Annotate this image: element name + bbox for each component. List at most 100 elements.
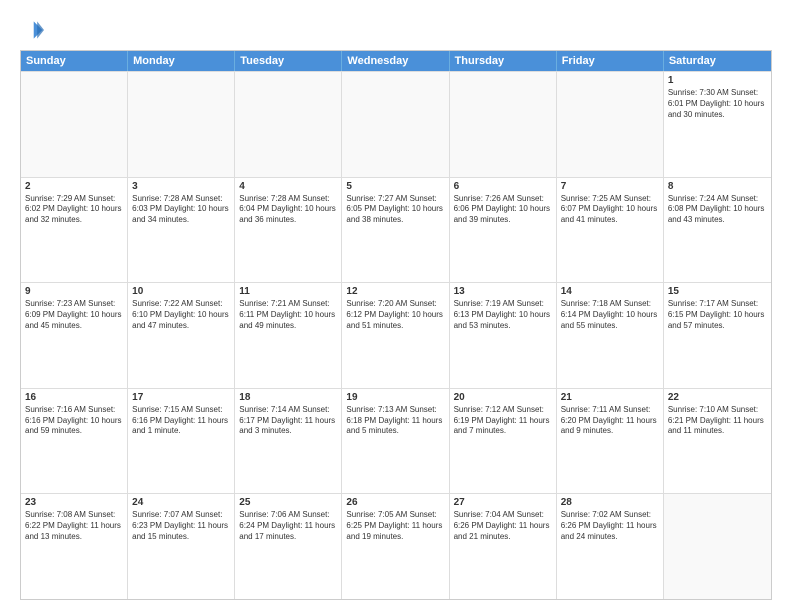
cell-text: Sunrise: 7:05 AM Sunset: 6:25 PM Dayligh… bbox=[346, 510, 444, 542]
cell-text: Sunrise: 7:02 AM Sunset: 6:26 PM Dayligh… bbox=[561, 510, 659, 542]
cal-cell-2-5: 6Sunrise: 7:26 AM Sunset: 6:06 PM Daylig… bbox=[450, 178, 557, 283]
cal-cell-4-2: 17Sunrise: 7:15 AM Sunset: 6:16 PM Dayli… bbox=[128, 389, 235, 494]
cal-cell-4-4: 19 Sunrise: 7:13 AM Sunset: 6:18 PM Dayli… bbox=[342, 389, 449, 494]
cal-cell-4-1: 16 Sunrise: 7:16 AM Sunset: 6:16 PM Dayli… bbox=[21, 389, 128, 494]
day-number: 13 bbox=[454, 286, 552, 297]
cal-header-thursday: Thursday bbox=[450, 51, 557, 71]
cal-cell-1-6 bbox=[557, 72, 664, 177]
day-number: 2 bbox=[25, 181, 123, 192]
cell-text: Sunrise: 7:13 AM Sunset: 6:18 PM Dayligh… bbox=[346, 405, 444, 437]
calendar-header: SundayMondayTuesdayWednesdayThursdayFrid… bbox=[21, 51, 771, 71]
cal-cell-5-7 bbox=[664, 494, 771, 599]
day-number: 28 bbox=[561, 497, 659, 508]
cal-week-4: 16 Sunrise: 7:16 AM Sunset: 6:16 PM Dayli… bbox=[21, 388, 771, 494]
cal-cell-5-5: 27 Sunrise: 7:04 AM Sunset: 6:26 PM Dayli… bbox=[450, 494, 557, 599]
cal-cell-3-7: 15 Sunrise: 7:17 AM Sunset: 6:15 PM Dayli… bbox=[664, 283, 771, 388]
calendar-body: 1 Sunrise: 7:30 AM Sunset: 6:01 PM Daylig… bbox=[21, 71, 771, 599]
day-number: 17 bbox=[132, 392, 230, 403]
cell-text: Sunrise: 7:06 AM Sunset: 6:24 PM Dayligh… bbox=[239, 510, 337, 542]
cal-cell-3-6: 14 Sunrise: 7:18 AM Sunset: 6:14 PM Dayli… bbox=[557, 283, 664, 388]
cal-cell-3-4: 12 Sunrise: 7:20 AM Sunset: 6:12 PM Dayli… bbox=[342, 283, 449, 388]
day-number: 1 bbox=[668, 75, 767, 86]
cell-text: Sunrise: 7:28 AM Sunset: 6:04 PM Dayligh… bbox=[239, 194, 337, 226]
cell-text: Sunrise: 7:19 AM Sunset: 6:13 PM Dayligh… bbox=[454, 299, 552, 331]
day-number: 24 bbox=[132, 497, 230, 508]
cal-header-saturday: Saturday bbox=[664, 51, 771, 71]
day-number: 22 bbox=[668, 392, 767, 403]
cell-text: Sunrise: 7:04 AM Sunset: 6:26 PM Dayligh… bbox=[454, 510, 552, 542]
cal-cell-2-1: 2 Sunrise: 7:29 AM Sunset: 6:02 PM Daylig… bbox=[21, 178, 128, 283]
cal-cell-2-7: 8 Sunrise: 7:24 AM Sunset: 6:08 PM Daylig… bbox=[664, 178, 771, 283]
day-number: 25 bbox=[239, 497, 337, 508]
cell-text: Sunrise: 7:28 AM Sunset: 6:03 PM Dayligh… bbox=[132, 194, 230, 226]
cell-text: Sunrise: 7:11 AM Sunset: 6:20 PM Dayligh… bbox=[561, 405, 659, 437]
cell-text: Sunrise: 7:16 AM Sunset: 6:16 PM Dayligh… bbox=[25, 405, 123, 437]
day-number: 18 bbox=[239, 392, 337, 403]
day-number: 6 bbox=[454, 181, 552, 192]
cell-text: Sunrise: 7:25 AM Sunset: 6:07 PM Dayligh… bbox=[561, 194, 659, 226]
cal-cell-2-3: 4 Sunrise: 7:28 AM Sunset: 6:04 PM Daylig… bbox=[235, 178, 342, 283]
cell-text: Sunrise: 7:07 AM Sunset: 6:23 PM Dayligh… bbox=[132, 510, 230, 542]
cal-cell-1-5 bbox=[450, 72, 557, 177]
calendar: SundayMondayTuesdayWednesdayThursdayFrid… bbox=[20, 50, 772, 600]
cal-cell-1-3 bbox=[235, 72, 342, 177]
cell-text: Sunrise: 7:29 AM Sunset: 6:02 PM Dayligh… bbox=[25, 194, 123, 226]
cell-text: Sunrise: 7:22 AM Sunset: 6:10 PM Dayligh… bbox=[132, 299, 230, 331]
cal-header-sunday: Sunday bbox=[21, 51, 128, 71]
day-number: 3 bbox=[132, 181, 230, 192]
cell-text: Sunrise: 7:27 AM Sunset: 6:05 PM Dayligh… bbox=[346, 194, 444, 226]
cal-cell-5-6: 28 Sunrise: 7:02 AM Sunset: 6:26 PM Dayli… bbox=[557, 494, 664, 599]
cell-text: Sunrise: 7:14 AM Sunset: 6:17 PM Dayligh… bbox=[239, 405, 337, 437]
cal-header-tuesday: Tuesday bbox=[235, 51, 342, 71]
cell-text: Sunrise: 7:18 AM Sunset: 6:14 PM Dayligh… bbox=[561, 299, 659, 331]
day-number: 11 bbox=[239, 286, 337, 297]
cell-text: Sunrise: 7:24 AM Sunset: 6:08 PM Dayligh… bbox=[668, 194, 767, 226]
day-number: 19 bbox=[346, 392, 444, 403]
cal-header-wednesday: Wednesday bbox=[342, 51, 449, 71]
cal-header-friday: Friday bbox=[557, 51, 664, 71]
cal-cell-5-3: 25 Sunrise: 7:06 AM Sunset: 6:24 PM Dayli… bbox=[235, 494, 342, 599]
cal-cell-2-2: 3 Sunrise: 7:28 AM Sunset: 6:03 PM Daylig… bbox=[128, 178, 235, 283]
cell-text: Sunrise: 7:10 AM Sunset: 6:21 PM Dayligh… bbox=[668, 405, 767, 437]
logo bbox=[20, 18, 48, 42]
day-number: 20 bbox=[454, 392, 552, 403]
day-number: 16 bbox=[25, 392, 123, 403]
cal-week-5: 23Sunrise: 7:08 AM Sunset: 6:22 PM Dayli… bbox=[21, 493, 771, 599]
cal-cell-1-2 bbox=[128, 72, 235, 177]
cal-cell-2-6: 7 Sunrise: 7:25 AM Sunset: 6:07 PM Daylig… bbox=[557, 178, 664, 283]
cal-week-1: 1 Sunrise: 7:30 AM Sunset: 6:01 PM Daylig… bbox=[21, 71, 771, 177]
day-number: 27 bbox=[454, 497, 552, 508]
cal-cell-2-4: 5 Sunrise: 7:27 AM Sunset: 6:05 PM Daylig… bbox=[342, 178, 449, 283]
day-number: 12 bbox=[346, 286, 444, 297]
day-number: 10 bbox=[132, 286, 230, 297]
day-number: 26 bbox=[346, 497, 444, 508]
cal-cell-4-7: 22 Sunrise: 7:10 AM Sunset: 6:21 PM Dayli… bbox=[664, 389, 771, 494]
cal-cell-5-1: 23Sunrise: 7:08 AM Sunset: 6:22 PM Dayli… bbox=[21, 494, 128, 599]
cell-text: Sunrise: 7:21 AM Sunset: 6:11 PM Dayligh… bbox=[239, 299, 337, 331]
day-number: 7 bbox=[561, 181, 659, 192]
day-number: 14 bbox=[561, 286, 659, 297]
cal-cell-3-1: 9Sunrise: 7:23 AM Sunset: 6:09 PM Daylig… bbox=[21, 283, 128, 388]
cal-header-monday: Monday bbox=[128, 51, 235, 71]
cal-cell-3-3: 11 Sunrise: 7:21 AM Sunset: 6:11 PM Dayli… bbox=[235, 283, 342, 388]
cal-cell-5-2: 24 Sunrise: 7:07 AM Sunset: 6:23 PM Dayli… bbox=[128, 494, 235, 599]
cal-cell-5-4: 26 Sunrise: 7:05 AM Sunset: 6:25 PM Dayli… bbox=[342, 494, 449, 599]
cell-text: Sunrise: 7:30 AM Sunset: 6:01 PM Dayligh… bbox=[668, 88, 767, 120]
day-number: 4 bbox=[239, 181, 337, 192]
cell-text: Sunrise: 7:20 AM Sunset: 6:12 PM Dayligh… bbox=[346, 299, 444, 331]
cal-cell-4-5: 20 Sunrise: 7:12 AM Sunset: 6:19 PM Dayli… bbox=[450, 389, 557, 494]
cal-cell-1-4 bbox=[342, 72, 449, 177]
day-number: 9 bbox=[25, 286, 123, 297]
cal-cell-1-7: 1 Sunrise: 7:30 AM Sunset: 6:01 PM Daylig… bbox=[664, 72, 771, 177]
cal-cell-4-6: 21Sunrise: 7:11 AM Sunset: 6:20 PM Dayli… bbox=[557, 389, 664, 494]
day-number: 8 bbox=[668, 181, 767, 192]
cell-text: Sunrise: 7:12 AM Sunset: 6:19 PM Dayligh… bbox=[454, 405, 552, 437]
cal-week-2: 2 Sunrise: 7:29 AM Sunset: 6:02 PM Daylig… bbox=[21, 177, 771, 283]
day-number: 5 bbox=[346, 181, 444, 192]
cell-text: Sunrise: 7:08 AM Sunset: 6:22 PM Dayligh… bbox=[25, 510, 123, 542]
day-number: 15 bbox=[668, 286, 767, 297]
page-header bbox=[20, 18, 772, 42]
cell-text: Sunrise: 7:17 AM Sunset: 6:15 PM Dayligh… bbox=[668, 299, 767, 331]
cal-cell-4-3: 18 Sunrise: 7:14 AM Sunset: 6:17 PM Dayli… bbox=[235, 389, 342, 494]
cal-cell-3-5: 13 Sunrise: 7:19 AM Sunset: 6:13 PM Dayli… bbox=[450, 283, 557, 388]
